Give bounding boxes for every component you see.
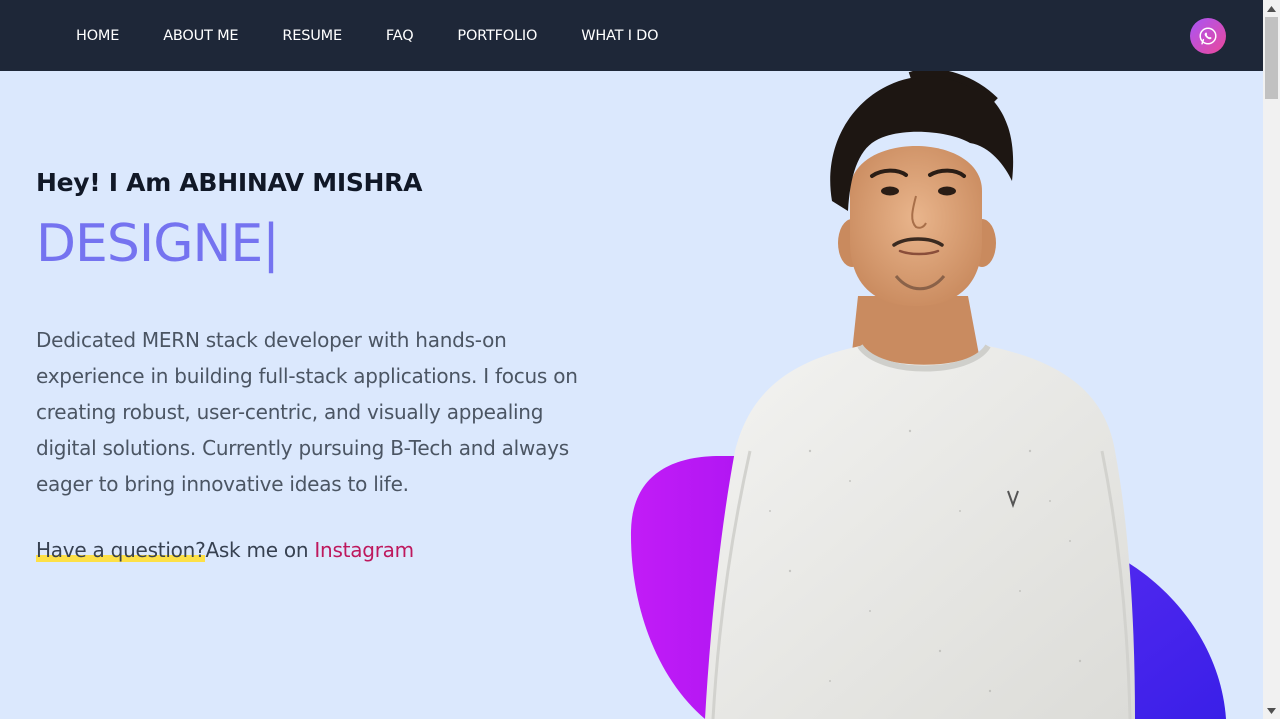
question-line: Have a question?Ask me on Instagram bbox=[36, 538, 414, 562]
scroll-down-arrow[interactable] bbox=[1263, 702, 1280, 719]
nav-links: HOME ABOUT ME RESUME FAQ PORTFOLIO WHAT … bbox=[76, 0, 702, 71]
question-rest: Ask me on bbox=[205, 538, 315, 562]
typed-role-text: DESIGNE bbox=[36, 214, 263, 274]
nav-link-home[interactable]: HOME bbox=[76, 28, 119, 44]
sweatshirt bbox=[705, 346, 1135, 719]
hero-typed-role: DESIGNE| bbox=[36, 214, 280, 274]
hero-artwork bbox=[610, 71, 1263, 719]
instagram-link[interactable]: Instagram bbox=[314, 538, 414, 562]
nav-link-what-i-do[interactable]: WHAT I DO bbox=[581, 28, 658, 44]
scroll-thumb[interactable] bbox=[1265, 17, 1278, 99]
nav-link-portfolio[interactable]: PORTFOLIO bbox=[457, 28, 537, 44]
scroll-up-arrow[interactable] bbox=[1263, 0, 1280, 17]
hero-illustration bbox=[630, 71, 1226, 719]
nav-link-about-me[interactable]: ABOUT ME bbox=[163, 28, 238, 44]
chevron-up-icon bbox=[1267, 5, 1276, 12]
whatsapp-button[interactable] bbox=[1190, 18, 1226, 54]
page-scrollbar[interactable] bbox=[1263, 0, 1280, 719]
typing-caret: | bbox=[262, 214, 280, 274]
chevron-down-icon bbox=[1267, 707, 1276, 714]
question-highlight: Have a question? bbox=[36, 538, 206, 562]
whatsapp-icon bbox=[1199, 27, 1217, 45]
hero-greeting: Hey! I Am ABHINAV MISHRA bbox=[36, 168, 423, 197]
nav-link-resume[interactable]: RESUME bbox=[282, 28, 342, 44]
hero-description: Dedicated MERN stack developer with hand… bbox=[36, 328, 578, 496]
nav-link-faq[interactable]: FAQ bbox=[386, 28, 414, 44]
top-navbar: HOME ABOUT ME RESUME FAQ PORTFOLIO WHAT … bbox=[0, 0, 1263, 71]
